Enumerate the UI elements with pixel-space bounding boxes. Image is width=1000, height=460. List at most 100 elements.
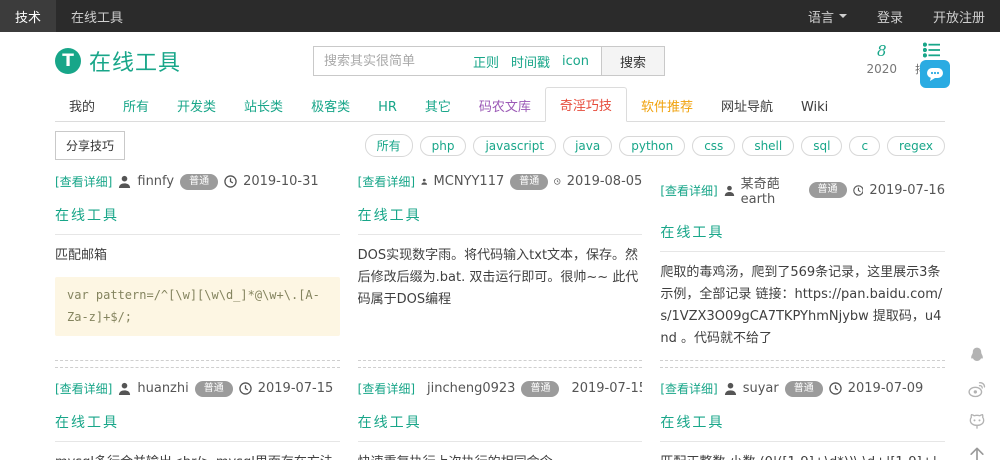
tab-webmaster[interactable]: 站长类: [230, 89, 297, 122]
clock-icon: [829, 382, 842, 396]
card-title[interactable]: 在线工具: [660, 222, 945, 242]
card-body: DOS实现数字雨。将代码输入txt文本，保存。然后修改后缀为.bat. 双击运行…: [357, 248, 639, 308]
quick-link-timestamp[interactable]: 时间戳: [511, 52, 550, 71]
trick-card: [查看详细] MCNYY117 普通 2019-08-05 在线工具 DOS实现…: [357, 173, 643, 362]
year-count-widget[interactable]: 8 2020: [866, 42, 897, 77]
brand[interactable]: T 在线工具: [55, 45, 181, 77]
trick-card: [查看详细] 某奇葩earth 普通 2019-07-16 在线工具 爬取的毒鸡…: [660, 173, 945, 362]
search-input[interactable]: [314, 47, 473, 75]
search-button[interactable]: 搜索: [600, 47, 664, 75]
post-date: 2019-10-31: [243, 174, 319, 189]
tab-all[interactable]: 所有: [109, 89, 163, 122]
site-logo-icon: T: [55, 48, 81, 74]
username[interactable]: jincheng0923: [427, 381, 515, 396]
user-level-badge: 普通: [808, 182, 847, 198]
tab-geek[interactable]: 极客类: [297, 89, 364, 122]
topnav-language-menu[interactable]: 语言: [793, 0, 862, 32]
post-date: 2019-07-15: [257, 381, 334, 397]
weibo-icon[interactable]: [967, 379, 987, 399]
card-title[interactable]: 在线工具: [358, 412, 643, 432]
tab-mine[interactable]: 我的: [55, 89, 109, 122]
user-level-badge: 普通: [521, 380, 560, 397]
tab-other[interactable]: 其它: [411, 89, 465, 122]
trick-card-grid: [查看详细] finnfy 普通 2019-10-31 在线工具 匹配邮箱 va…: [55, 173, 945, 460]
trick-card: [查看详细] suyar 普通 2019-07-09 在线工具 匹配正整数 小数…: [660, 367, 945, 460]
tag-python[interactable]: python: [619, 135, 686, 156]
user-icon: [119, 383, 131, 396]
topnav-tech[interactable]: 技术: [0, 0, 57, 32]
tab-url-nav[interactable]: 网址导航: [707, 89, 787, 122]
tag-filter-list: 所有 php javascript java python css shell …: [364, 134, 945, 157]
tab-software[interactable]: 软件推荐: [627, 89, 707, 122]
tag-javascript[interactable]: javascript: [473, 135, 557, 156]
clock-icon: [239, 382, 252, 396]
topnav-online-tools[interactable]: 在线工具: [56, 0, 138, 32]
chat-bubble-icon: [927, 68, 943, 81]
user-icon: [724, 383, 736, 396]
username[interactable]: huanzhi: [137, 381, 188, 396]
trick-card: [查看详细] finnfy 普通 2019-10-31 在线工具 匹配邮箱 va…: [55, 173, 340, 362]
view-detail-link[interactable]: [查看详细]: [660, 182, 717, 199]
tab-tricks[interactable]: 奇淫巧技: [544, 87, 627, 122]
divider: [55, 441, 340, 443]
count-year: 2020: [866, 62, 897, 76]
topnav-login[interactable]: 登录: [862, 0, 918, 32]
feedback-chat-button[interactable]: [920, 60, 950, 88]
tab-dev[interactable]: 开发类: [163, 89, 230, 122]
tab-doc-library[interactable]: 码农文库: [465, 89, 545, 122]
tag-regex[interactable]: regex: [887, 135, 945, 156]
tab-wiki[interactable]: Wiki: [787, 93, 842, 122]
share-trick-button[interactable]: 分享技巧: [55, 131, 126, 160]
user-icon: [724, 185, 734, 196]
tag-java[interactable]: java: [563, 135, 613, 156]
card-body: 匹配正整数 小数 (0|([1-9]+\d*))\.\d+|[1-9]+|0: [660, 452, 945, 460]
username[interactable]: 某奇葩earth: [741, 173, 803, 207]
floating-share-bar: [967, 346, 987, 460]
divider: [55, 234, 340, 235]
page-title: 在线工具: [89, 51, 182, 76]
card-title[interactable]: 在线工具: [55, 412, 340, 432]
tag-c[interactable]: c: [849, 135, 881, 156]
tab-hr[interactable]: HR: [364, 93, 411, 122]
post-date: 2019-08-05: [566, 174, 643, 189]
view-detail-link[interactable]: [查看详细]: [55, 380, 112, 397]
view-detail-link[interactable]: [查看详细]: [358, 173, 415, 190]
post-date: 2019-07-09: [847, 381, 924, 397]
topnav-register[interactable]: 开放注册: [918, 0, 1000, 32]
tag-php[interactable]: php: [419, 135, 467, 156]
card-title[interactable]: 在线工具: [55, 205, 340, 225]
github-icon[interactable]: [967, 412, 987, 432]
card-title[interactable]: 在线工具: [660, 412, 945, 432]
card-body: 爬取的毒鸡汤，爬到了569条记录，这里展示3条示例，全部记录 链接：https:…: [660, 265, 943, 347]
quick-link-icon[interactable]: icon: [562, 54, 589, 69]
clock-icon: [852, 184, 864, 196]
tag-sql[interactable]: sql: [801, 135, 843, 156]
chevron-down-icon: [838, 14, 847, 18]
site-header: T 在线工具 正则 时间戳 icon 搜索 8 2020 排行榜: [0, 32, 1000, 92]
view-detail-link[interactable]: [查看详细]: [660, 380, 717, 397]
ranking-list-icon: [922, 42, 940, 58]
clock-icon: [224, 175, 237, 188]
tag-shell[interactable]: shell: [742, 135, 795, 156]
top-navbar: 技术 在线工具 语言 登录 开放注册: [0, 0, 1000, 32]
qq-icon[interactable]: [967, 346, 987, 366]
username[interactable]: finnfy: [137, 174, 174, 189]
back-to-top-icon[interactable]: [967, 445, 987, 460]
code-line: var pattern=/^[\w][\w\d_]*@\w+\.[A-Za-z]…: [67, 288, 320, 324]
user-level-badge: 普通: [180, 173, 219, 190]
quick-link-regex[interactable]: 正则: [473, 52, 499, 71]
card-title[interactable]: 在线工具: [358, 205, 643, 225]
clock-icon: [554, 178, 561, 185]
view-detail-link[interactable]: [查看详细]: [55, 173, 112, 190]
card-body: 匹配邮箱: [55, 248, 108, 263]
post-date: 2019-07-15: [571, 381, 643, 397]
user-level-badge: 普通: [194, 380, 233, 397]
tag-all[interactable]: 所有: [364, 134, 413, 157]
divider: [357, 441, 643, 443]
view-detail-link[interactable]: [查看详细]: [358, 380, 415, 397]
username[interactable]: MCNYY117: [434, 174, 505, 189]
search-bar: 正则 时间戳 icon 搜索: [313, 46, 665, 76]
code-block: var pattern=/^[\w][\w\d_]*@\w+\.[A-Za-z]…: [55, 277, 340, 337]
tag-css[interactable]: css: [692, 135, 736, 156]
username[interactable]: suyar: [743, 381, 779, 396]
